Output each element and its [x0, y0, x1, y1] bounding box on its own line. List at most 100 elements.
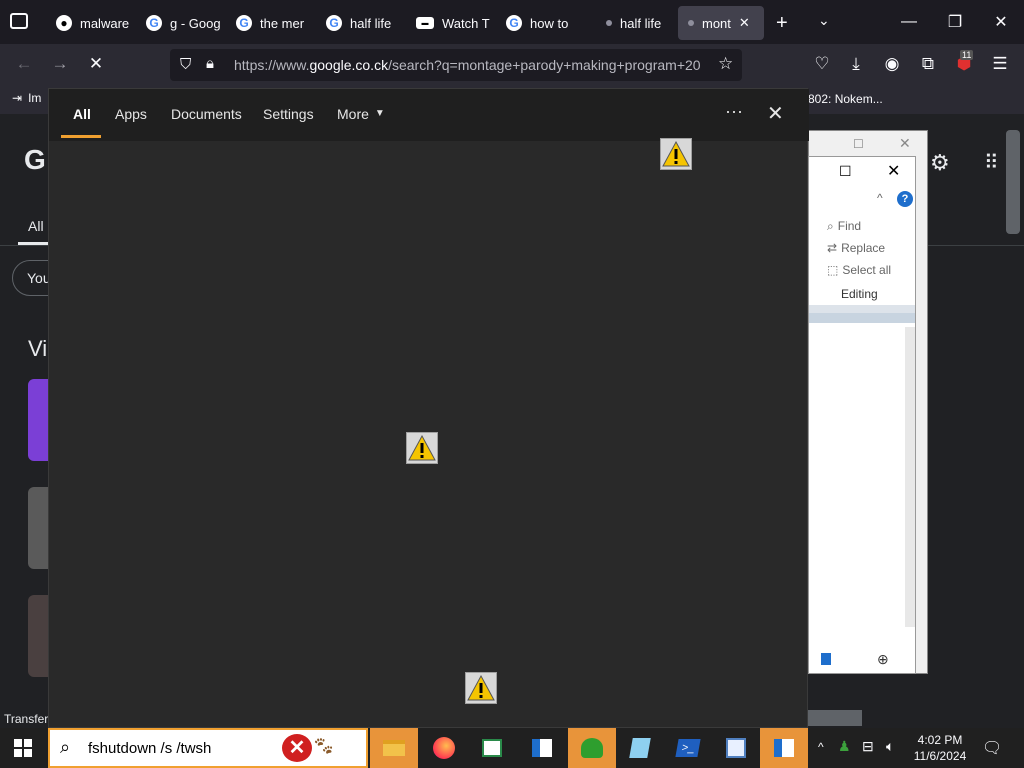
- volume-icon[interactable]: 🔈︎: [886, 738, 894, 755]
- flyout-tab-apps[interactable]: Apps: [115, 106, 147, 122]
- flyout-tab-more[interactable]: More ▼: [337, 106, 385, 122]
- wp-maximize-icon[interactable]: ☐: [839, 163, 852, 180]
- wp-close-icon[interactable]: ✕: [887, 161, 900, 181]
- flyout-tab-settings[interactable]: Settings: [263, 106, 314, 122]
- find-button[interactable]: ⌕ Find: [827, 219, 861, 234]
- wp-restore-icon[interactable]: ☐: [853, 137, 864, 151]
- windows-start-icon[interactable]: [14, 739, 32, 757]
- lock-icon[interactable]: 🔒︎: [206, 55, 214, 72]
- account-icon[interactable]: ◉: [878, 52, 906, 76]
- close-tab-icon[interactable]: ✕: [739, 15, 750, 31]
- start-tile: [14, 749, 22, 757]
- url-bar[interactable]: ⛉ 🔒︎ https://www.google.co.ck/search?q=m…: [170, 49, 742, 81]
- clock[interactable]: 4:02 PM 11/6/2024: [910, 732, 970, 764]
- pocket-icon[interactable]: ♡: [808, 52, 836, 76]
- wp-close-icon[interactable]: ✕: [899, 135, 911, 152]
- tab-watch[interactable]: ▬ Watch T: [406, 6, 490, 40]
- scrollbar-thumb[interactable]: [1006, 130, 1020, 234]
- replace-icon: ⇄: [827, 241, 838, 255]
- dot-icon: [688, 20, 694, 26]
- video-thumbnail[interactable]: [28, 379, 50, 461]
- google-icon: G: [146, 15, 162, 31]
- extensions-icon[interactable]: ⧉: [914, 52, 942, 76]
- caret-down-icon: ▼: [374, 108, 385, 119]
- tab-overview-icon[interactable]: [10, 13, 28, 29]
- tab-google-g[interactable]: Gg - Goog: [136, 6, 220, 40]
- warning-icon[interactable]: [660, 138, 692, 170]
- tab-malware[interactable]: ● malware: [46, 6, 130, 40]
- ribbon-collapse-icon[interactable]: ^: [877, 191, 883, 205]
- taskbar-firefox[interactable]: [420, 728, 468, 768]
- video-thumbnail[interactable]: [28, 595, 50, 677]
- start-tile: [14, 739, 22, 747]
- wp-scrollbar[interactable]: [905, 327, 915, 627]
- help-icon[interactable]: ?: [897, 191, 913, 207]
- google-icon: G: [236, 15, 252, 31]
- stop-loading-icon[interactable]: ✕: [82, 52, 110, 76]
- tray-chevron-icon[interactable]: ^: [818, 740, 824, 754]
- flyout-tab-documents[interactable]: Documents: [171, 106, 242, 122]
- zoom-slider-thumb[interactable]: [821, 653, 831, 665]
- horizontal-scrollbar[interactable]: [808, 710, 862, 726]
- taskbar-app-people[interactable]: [568, 728, 616, 768]
- warning-icon[interactable]: [465, 672, 497, 704]
- tray-app-icon[interactable]: ♟: [838, 738, 851, 755]
- powershell-icon: >_: [675, 739, 701, 757]
- tab-half-life[interactable]: Ghalf life: [316, 6, 400, 40]
- notepad-icon: [629, 738, 651, 758]
- time-text: 4:02 PM: [917, 733, 963, 747]
- taskbar-app-news[interactable]: [468, 728, 516, 768]
- taskbar-app-wordpad[interactable]: [518, 728, 566, 768]
- date-text: 11/6/2024: [913, 749, 967, 763]
- taskbar-app-paint[interactable]: [712, 728, 760, 768]
- start-tile: [24, 739, 32, 747]
- tab-half-life-2[interactable]: half life: [596, 6, 680, 40]
- bookmark-nokem[interactable]: 802: Nokem...: [808, 92, 883, 106]
- list-tabs-chevron-icon[interactable]: ⌄: [818, 12, 830, 29]
- downloads-icon[interactable]: ⤓: [842, 52, 870, 76]
- settings-gear-icon[interactable]: ⚙: [930, 150, 950, 176]
- tab-montage-active[interactable]: mont ✕: [678, 6, 764, 40]
- animal-sprite-icon[interactable]: 🐾︎: [312, 736, 335, 757]
- restore-icon[interactable]: ❐: [932, 0, 978, 44]
- error-icon[interactable]: ✕: [280, 732, 314, 764]
- taskbar-app-powershell[interactable]: >_: [664, 728, 712, 768]
- back-icon[interactable]: ←: [10, 52, 38, 76]
- network-icon[interactable]: ⊟: [862, 738, 874, 755]
- search-icon: ⌕: [60, 737, 71, 757]
- select-all-button[interactable]: ⬚ Select all: [827, 263, 891, 277]
- wordpad-icon: [532, 739, 552, 757]
- firefox-icon: [433, 737, 455, 759]
- close-flyout-icon[interactable]: ✕: [767, 101, 784, 126]
- more-options-icon[interactable]: ···: [725, 101, 743, 122]
- google-logo: G: [24, 144, 46, 175]
- replace-button[interactable]: ⇄ Replace: [827, 241, 885, 255]
- menu-icon[interactable]: ☰: [986, 52, 1014, 76]
- site-icon: ▬: [416, 17, 434, 29]
- taskbar-app-wordpad-2[interactable]: [760, 728, 808, 768]
- taskbar-file-explorer[interactable]: [370, 728, 418, 768]
- url-text[interactable]: https://www.google.co.ck/search?q=montag…: [234, 57, 704, 73]
- forward-icon[interactable]: →: [46, 52, 74, 76]
- close-window-icon[interactable]: ✕: [978, 0, 1024, 44]
- video-thumbnail[interactable]: [28, 487, 50, 569]
- tab-the-mer[interactable]: Gthe mer: [226, 6, 310, 40]
- bookmark-star-icon[interactable]: ☆: [718, 54, 733, 74]
- warning-icon[interactable]: [406, 432, 438, 464]
- taskbar-app-notes[interactable]: [616, 728, 664, 768]
- search-input[interactable]: fshutdown /s /twsh: [88, 740, 211, 757]
- shield-icon[interactable]: ⛉: [180, 56, 191, 73]
- bookmark-import[interactable]: ⇥ Im: [12, 91, 41, 105]
- taskbar-search-box[interactable]: ⌕ fshutdown /s /twsh ✕ 🐾︎: [48, 728, 368, 768]
- users-icon: [581, 738, 603, 758]
- minimize-icon[interactable]: —: [886, 0, 932, 44]
- flyout-tab-all[interactable]: All: [73, 106, 91, 122]
- tab-how-to[interactable]: Ghow to: [496, 6, 580, 40]
- results-tab-all[interactable]: All: [28, 218, 44, 234]
- apps-grid-icon[interactable]: ⠿: [984, 150, 999, 175]
- notifications-icon[interactable]: 🗨︎: [982, 738, 1002, 758]
- zoom-in-icon[interactable]: ⊕: [877, 651, 889, 668]
- new-tab-icon[interactable]: +: [776, 12, 788, 35]
- start-tile: [24, 749, 32, 757]
- binoculars-icon: ⌕: [827, 219, 834, 233]
